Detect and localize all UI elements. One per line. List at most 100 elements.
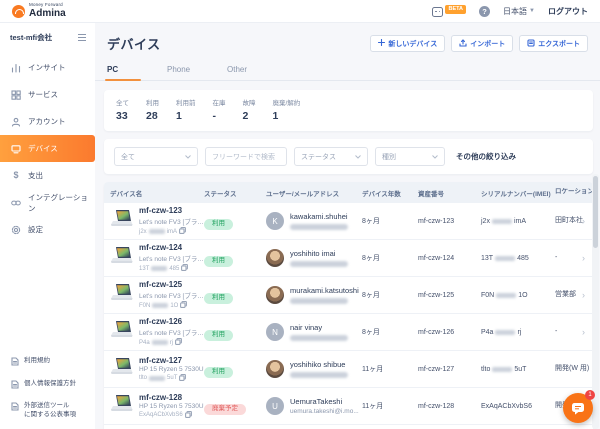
language-selector[interactable]: 日本語 ▼ (503, 6, 535, 17)
stat-2[interactable]: 利用前1 (176, 97, 196, 122)
table-row[interactable]: mf-czw-124Let's note FV3 [ブラック&13T485利用y… (104, 240, 593, 277)
sidebar-item-service[interactable]: サービス (0, 81, 95, 108)
footer-link-2[interactable]: 外部送信ツール に関する公表事項 (11, 402, 95, 420)
brand-name: Admina (29, 9, 66, 19)
more-filters-link[interactable]: その他の絞り込み (456, 151, 516, 162)
table-row[interactable]: mf-czw-129› (104, 425, 593, 429)
sidebar-item-label: サービス (28, 89, 58, 100)
device-serial: tlto5uT (139, 374, 204, 383)
row-chevron-icon[interactable]: › (582, 253, 585, 263)
copy-icon[interactable] (185, 411, 192, 420)
user-text: yoshihiko shibue (290, 360, 360, 378)
main-content: デバイス 新しいデバイスインポートエクスポート PCPhoneOther 全て3… (95, 23, 600, 429)
stat-label: 全て (116, 97, 129, 107)
status-badge: 利用 (204, 330, 233, 342)
status-select[interactable]: ステータス (294, 147, 368, 166)
device-cell: mf-czw-128HP 15 Ryzen 5 7530UExAqACbXvbS… (104, 393, 204, 420)
serial-suffix: 485 (517, 255, 529, 262)
stat-value: 1 (176, 110, 196, 122)
serial-prefix: j2x (139, 229, 147, 235)
footer-link-0[interactable]: 利用規約 (11, 357, 95, 370)
column-header-6: ロケーション (555, 188, 593, 197)
device-cell: mf-czw-126Let's note FV3 [ブラック&P4arj (104, 317, 204, 347)
logout-button[interactable]: ログアウト (548, 6, 588, 17)
user-cell: yoshihiko shibue (266, 360, 362, 378)
chat-fab-button[interactable]: 1 (563, 393, 593, 423)
device-name: mf-czw-126 (139, 317, 204, 326)
device-icon (11, 144, 21, 154)
copy-icon[interactable] (175, 338, 182, 347)
row-chevron-icon[interactable]: › (582, 216, 585, 226)
stat-5[interactable]: 廃棄/解約1 (273, 97, 301, 122)
table-row[interactable]: mf-czw-125Let's note FV3 [ブラック&F0N1O利用mu… (104, 277, 593, 314)
copy-icon[interactable] (179, 374, 186, 383)
location-cell: 営業部 (555, 290, 593, 299)
status-badge: 利用 (204, 367, 233, 379)
expense-icon: $ (11, 171, 21, 181)
type-select-value: 種別 (382, 152, 396, 162)
type-select[interactable]: 種別 (375, 147, 445, 166)
copy-icon[interactable] (179, 227, 186, 236)
device-text: mf-czw-124Let's note FV3 [ブラック&13T485 (139, 243, 204, 273)
device-cell: mf-czw-123Let's note FV3 [ブラック&j2ximA (104, 206, 204, 236)
device-serial: ExAqACbXvbS6 (139, 411, 204, 420)
stat-label: 在庫 (213, 97, 226, 107)
tab-pc[interactable]: PC (107, 61, 167, 80)
status-badge: 廃棄予定 (204, 404, 246, 416)
stat-4[interactable]: 故障2 (243, 97, 256, 122)
stat-0[interactable]: 全て33 (116, 97, 129, 122)
sidebar-item-label: 設定 (28, 224, 43, 235)
copy-icon[interactable] (180, 301, 187, 310)
tab-other[interactable]: Other (227, 61, 287, 80)
serial-prefix: ExAqACbXvbS6 (481, 403, 532, 410)
user-text: murakami.katsutoshi (290, 286, 360, 304)
chevron-down-icon (185, 155, 191, 159)
column-header-0: デバイス名 (104, 188, 204, 198)
help-icon[interactable]: ? (479, 6, 490, 17)
tab-phone[interactable]: Phone (167, 61, 227, 80)
export-button[interactable]: エクスポート (519, 35, 588, 52)
sidebar-item-insight[interactable]: インサイト (0, 54, 95, 81)
status-cell: 利用 (204, 212, 266, 230)
ai-assistant-button[interactable]: BETA (432, 5, 466, 17)
user-cell: Nnair vinay (266, 323, 362, 341)
table-row[interactable]: mf-czw-123Let's note FV3 [ブラック&j2ximA利用K… (104, 203, 593, 240)
status-cell: 廃棄予定 (204, 397, 266, 415)
stat-1[interactable]: 利用28 (146, 97, 159, 122)
sidebar-item-expense[interactable]: $支出 (0, 162, 95, 189)
sidebar-item-integration[interactable]: インテグレーション (0, 189, 95, 216)
serial-prefix: P4a (481, 329, 493, 336)
device-age-cell: 11ヶ月 (362, 401, 418, 411)
device-model: Let's note FV3 [ブラック& (139, 253, 204, 263)
new-device-button[interactable]: 新しいデバイス (370, 35, 445, 52)
top-bar: Money Forward Admina BETA ? 日本語 ▼ ログアウト (0, 0, 600, 23)
table-row[interactable]: mf-czw-128HP 15 Ryzen 5 7530UExAqACbXvbS… (104, 388, 593, 425)
copy-icon[interactable] (181, 264, 188, 273)
table-row[interactable]: mf-czw-126Let's note FV3 [ブラック&P4arj利用 Nn… (104, 314, 593, 351)
serial-suffix: imA (167, 229, 177, 235)
import-icon (459, 39, 467, 49)
import-button[interactable]: インポート (451, 35, 513, 52)
footer-link-1[interactable]: 個人情報保護方針 (11, 380, 95, 393)
row-chevron-icon[interactable]: › (582, 290, 585, 300)
user-text: UemuraTakeshiuemura.takeshi@i.mo... (290, 397, 360, 415)
sidebar-collapse-icon[interactable] (78, 34, 86, 41)
serial-cell: ExAqACbXvbS6 (481, 403, 555, 410)
sidebar: test-mfi会社 インサイトサービスアカウントデバイス$支出インテグレーショ… (0, 23, 95, 429)
table-row[interactable]: mf-czw-127HP 15 Ryzen 5 7530Utlto5uT利用yo… (104, 351, 593, 388)
laptop-icon (110, 209, 133, 233)
stat-3[interactable]: 在庫- (213, 97, 226, 122)
sidebar-item-account[interactable]: アカウント (0, 108, 95, 135)
language-label: 日本語 (503, 6, 527, 17)
row-chevron-icon[interactable]: › (582, 364, 585, 374)
sidebar-item-device[interactable]: デバイス (0, 135, 95, 162)
device-age-cell: 8ヶ月 (362, 253, 418, 263)
scope-select[interactable]: 全て (114, 147, 198, 166)
keyword-search-input[interactable]: フリーワードで検索 (205, 147, 287, 166)
row-chevron-icon[interactable]: › (582, 327, 585, 337)
user-name: nair vinay (290, 323, 360, 332)
stat-label: 廃棄/解約 (273, 97, 301, 107)
device-model: Let's note FV3 [ブラック& (139, 327, 204, 337)
sidebar-item-settings[interactable]: 設定 (0, 216, 95, 243)
scrollbar-thumb[interactable] (593, 176, 598, 248)
